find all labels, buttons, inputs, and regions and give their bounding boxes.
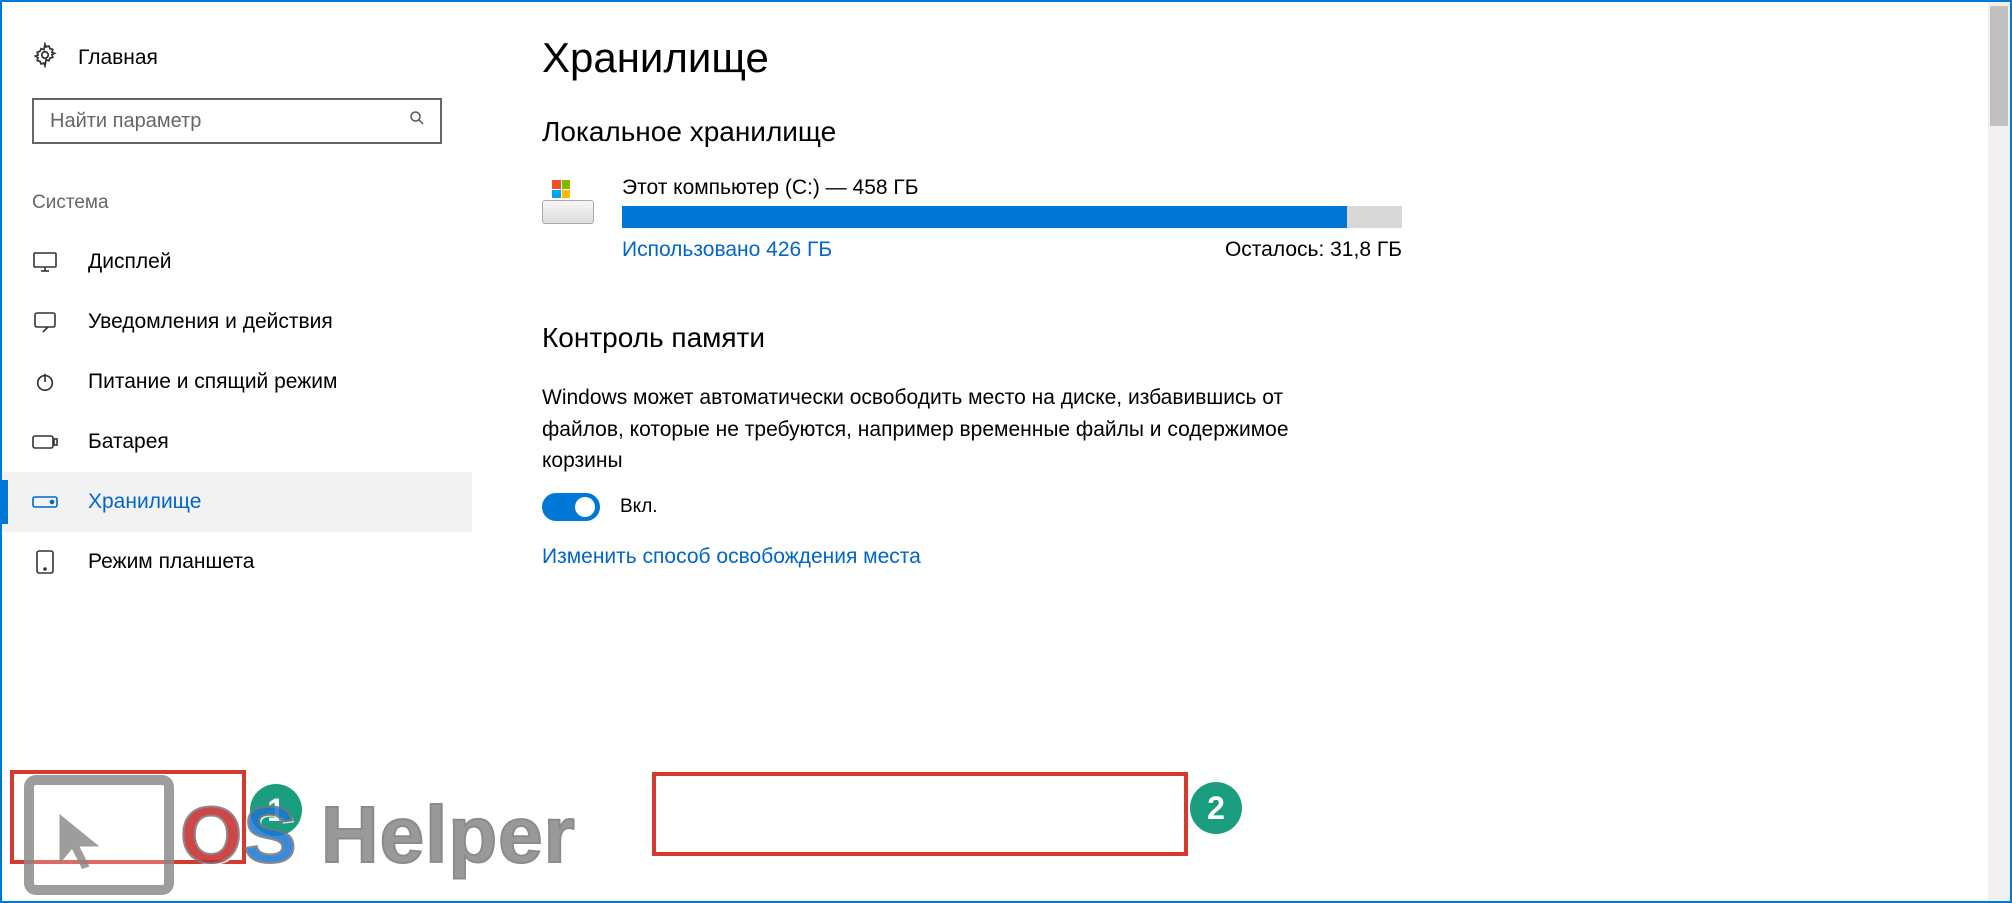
drive-row[interactable]: Этот компьютер (C:) — 458 ГБ Использован…	[542, 176, 1990, 262]
settings-content: Хранилище Локальное хранилище Этот компь…	[472, 2, 2010, 901]
storage-bar	[622, 206, 1402, 228]
sidebar-item-label: Режим планшета	[88, 550, 254, 574]
drive-title: Этот компьютер (C:) — 458 ГБ	[622, 176, 1402, 200]
sidebar-item-storage[interactable]: Хранилище	[2, 472, 472, 532]
storage-bar-fill	[622, 206, 1347, 228]
battery-icon	[32, 434, 58, 450]
sidebar-section-label: Система	[2, 144, 472, 232]
search-input-wrap[interactable]	[32, 98, 442, 144]
power-icon	[32, 371, 58, 393]
sidebar-item-battery[interactable]: Батарея	[2, 412, 472, 472]
used-label[interactable]: Использовано 426 ГБ	[622, 238, 832, 262]
toggle-label: Вкл.	[620, 496, 658, 518]
sidebar-item-display[interactable]: Дисплей	[2, 232, 472, 292]
sidebar-item-notifications[interactable]: Уведомления и действия	[2, 292, 472, 352]
settings-sidebar: Главная Система Дисплей	[2, 2, 472, 901]
sidebar-item-label: Хранилище	[88, 490, 201, 514]
home-label: Главная	[78, 46, 158, 70]
storage-sense-heading: Контроль памяти	[542, 322, 1990, 354]
gear-icon	[32, 42, 58, 74]
change-free-space-link[interactable]: Изменить способ освобождения места	[542, 545, 1990, 569]
sidebar-item-label: Батарея	[88, 430, 169, 454]
storage-icon	[32, 494, 58, 510]
tablet-icon	[32, 550, 58, 574]
sidebar-item-label: Дисплей	[88, 250, 172, 274]
notification-icon	[32, 311, 58, 333]
local-storage-heading: Локальное хранилище	[542, 116, 1990, 148]
sidebar-item-label: Питание и спящий режим	[88, 370, 337, 394]
storage-sense-desc: Windows может автоматически освободить м…	[542, 382, 1332, 477]
sidebar-item-tablet[interactable]: Режим планшета	[2, 532, 472, 592]
sidebar-item-label: Уведомления и действия	[88, 310, 333, 334]
scrollbar[interactable]	[1988, 2, 2010, 901]
sidebar-item-power[interactable]: Питание и спящий режим	[2, 352, 472, 412]
search-icon	[408, 109, 426, 133]
page-title: Хранилище	[542, 34, 1990, 82]
drive-info: Этот компьютер (C:) — 458 ГБ Использован…	[622, 176, 1402, 262]
drive-icon	[542, 180, 594, 224]
remaining-label: Осталось: 31,8 ГБ	[1225, 238, 1402, 262]
search-input[interactable]	[48, 109, 408, 134]
display-icon	[32, 252, 58, 272]
scrollbar-thumb[interactable]	[1990, 6, 2008, 126]
home-row[interactable]: Главная	[2, 42, 472, 98]
storage-sense-toggle[interactable]	[542, 493, 600, 521]
